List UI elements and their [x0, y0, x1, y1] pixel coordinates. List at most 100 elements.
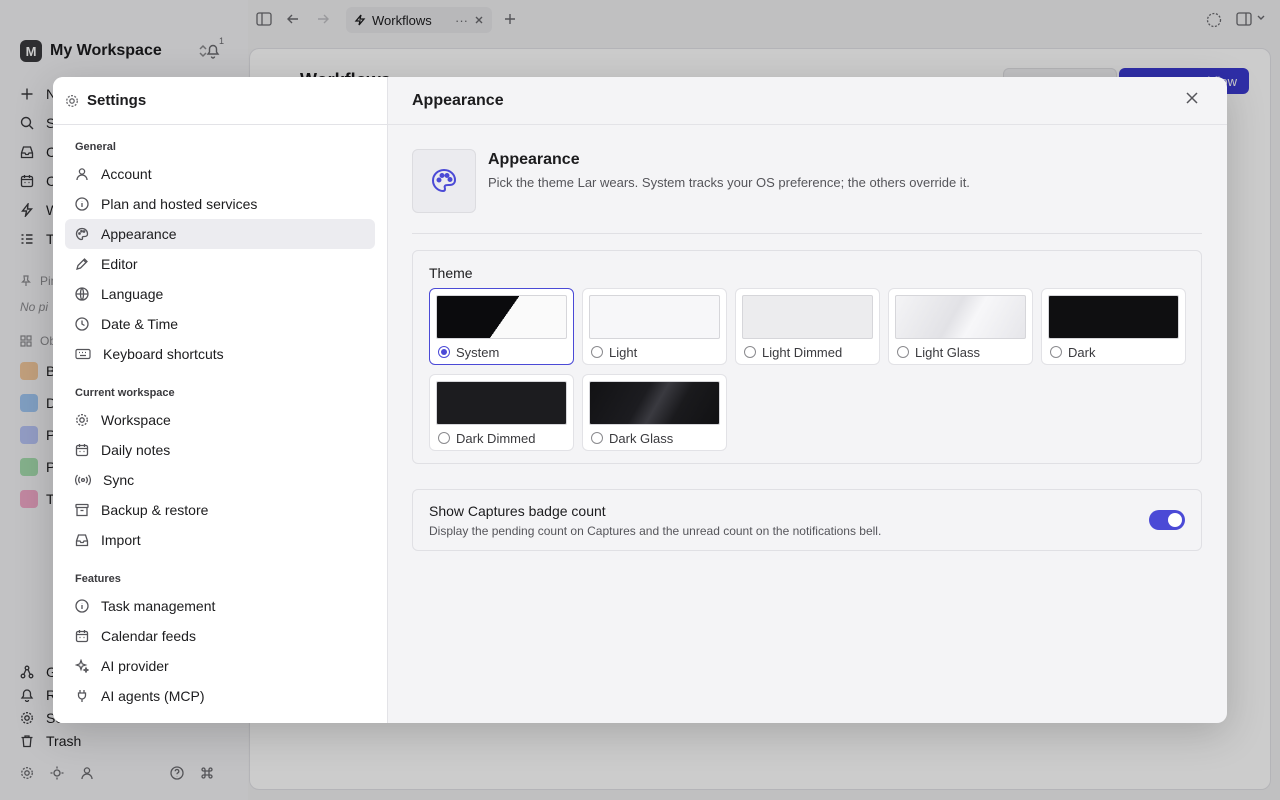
settings-nav-label: Daily notes	[101, 442, 171, 458]
settings-sidebar: Settings General Account Plan and hosted s…	[53, 77, 388, 723]
settings-title: Settings	[87, 92, 147, 109]
settings-nav-label: AI provider	[101, 658, 169, 674]
theme-radio[interactable]	[591, 346, 603, 358]
settings-group-title: Current workspace	[75, 387, 175, 399]
info-icon	[75, 197, 89, 211]
settings-nav-label: Editor	[101, 256, 138, 272]
captures-badge-toggle[interactable]	[1149, 510, 1185, 530]
theme-option-dark[interactable]: Dark	[1041, 288, 1186, 365]
settings-nav-import[interactable]: Import	[65, 525, 375, 555]
settings-nav-label: Account	[101, 166, 152, 182]
settings-nav-appearance[interactable]: Appearance	[65, 219, 375, 249]
theme-option-light[interactable]: Light	[582, 288, 727, 365]
content-title: Appearance	[412, 91, 504, 109]
theme-option-dark-dimmed[interactable]: Dark Dimmed	[429, 374, 574, 451]
appearance-intro: Appearance Pick the theme Lar wears. Sys…	[412, 149, 1202, 234]
theme-preview	[589, 295, 720, 339]
theme-picker: Theme System Light Light Dimmed Light Glass…	[412, 250, 1202, 464]
theme-preview	[589, 381, 720, 425]
settings-nav-label: Plan and hosted services	[101, 196, 258, 212]
content-header: Appearance	[388, 77, 1227, 125]
settings-nav-account[interactable]: Account	[65, 159, 375, 189]
settings-nav-plan-and-hosted-services[interactable]: Plan and hosted services	[65, 189, 375, 219]
theme-name: Dark Dimmed	[456, 431, 536, 446]
settings-group-title: Features	[75, 573, 121, 585]
settings-nav-label: AI agents (MCP)	[101, 688, 205, 704]
theme-preview	[436, 295, 567, 339]
settings-nav-label: Sync	[103, 472, 135, 488]
settings-nav-label: Language	[101, 286, 164, 302]
close-icon	[1186, 92, 1198, 104]
palette-icon	[412, 149, 476, 213]
gear-icon	[65, 94, 79, 108]
settings-content: Appearance Appearance Pick the theme Lar…	[388, 77, 1227, 723]
settings-nav-label: Keyboard shortcuts	[103, 346, 224, 362]
badge-setting-title: Show Captures badge count	[429, 503, 606, 519]
theme-name: Dark Glass	[609, 431, 674, 446]
captures-badge-setting: Show Captures badge count Display the pe…	[412, 489, 1202, 551]
settings-nav-label: Calendar feeds	[101, 628, 196, 644]
close-button[interactable]	[1185, 91, 1199, 105]
theme-option-system[interactable]: System	[429, 288, 574, 365]
theme-radio[interactable]	[744, 346, 756, 358]
gear-icon	[75, 413, 89, 427]
theme-radio[interactable]	[1050, 346, 1062, 358]
settings-nav-daily-notes[interactable]: Daily notes	[65, 435, 375, 465]
theme-name: Dark	[1068, 345, 1096, 360]
clock-icon	[75, 317, 89, 331]
settings-nav-label: Date & Time	[101, 316, 179, 332]
theme-preview	[895, 295, 1026, 339]
settings-nav-date-time[interactable]: Date & Time	[65, 309, 375, 339]
settings-nav-label: Workspace	[101, 412, 171, 428]
settings-header: Settings	[53, 77, 387, 125]
settings-nav-keyboard-shortcuts[interactable]: Keyboard shortcuts	[65, 339, 375, 369]
keyboard-icon	[75, 348, 91, 360]
plug-icon	[75, 689, 89, 703]
settings-nav-label: Task management	[101, 598, 216, 614]
theme-preview	[1048, 295, 1179, 339]
globe-icon	[75, 287, 89, 301]
info-icon	[75, 599, 89, 613]
settings-nav-label: Backup & restore	[101, 502, 209, 518]
theme-radio[interactable]	[897, 346, 909, 358]
settings-nav-label: Appearance	[101, 226, 177, 242]
theme-name: Light Dimmed	[762, 345, 843, 360]
theme-radio[interactable]	[591, 432, 603, 444]
sparkle-icon	[75, 659, 89, 673]
calendar-icon	[75, 443, 89, 457]
settings-nav-label: Import	[101, 532, 141, 548]
theme-name: System	[456, 345, 500, 360]
settings-nav: General Account Plan and hosted services Ap…	[53, 125, 387, 711]
settings-nav-ai-provider[interactable]: AI provider	[65, 651, 375, 681]
settings-nav-ai-agents-mcp[interactable]: AI agents (MCP)	[65, 681, 375, 711]
badge-setting-description: Display the pending count on Captures an…	[429, 524, 882, 538]
settings-nav-calendar-feeds[interactable]: Calendar feeds	[65, 621, 375, 651]
user-icon	[75, 167, 89, 181]
settings-nav-backup-restore[interactable]: Backup & restore	[65, 495, 375, 525]
theme-radio[interactable]	[438, 432, 450, 444]
theme-option-dark-glass[interactable]: Dark Glass	[582, 374, 727, 451]
settings-nav-workspace[interactable]: Workspace	[65, 405, 375, 435]
pencil-icon	[75, 257, 89, 271]
theme-preview	[436, 381, 567, 425]
settings-nav-language[interactable]: Language	[65, 279, 375, 309]
theme-name: Light	[609, 345, 638, 360]
palette-icon	[75, 227, 89, 241]
settings-group-title: General	[75, 141, 116, 153]
theme-option-light-dimmed[interactable]: Light Dimmed	[735, 288, 880, 365]
appearance-description: Pick the theme Lar wears. System tracks …	[488, 175, 970, 190]
inbox-icon	[75, 533, 89, 547]
theme-preview	[742, 295, 873, 339]
archive-icon	[75, 503, 89, 517]
theme-radio[interactable]	[438, 346, 450, 358]
calendar-icon	[75, 629, 89, 643]
theme-label: Theme	[429, 265, 473, 281]
settings-nav-task-management[interactable]: Task management	[65, 591, 375, 621]
theme-option-light-glass[interactable]: Light Glass	[888, 288, 1033, 365]
settings-nav-editor[interactable]: Editor	[65, 249, 375, 279]
settings-nav-sync[interactable]: Sync	[65, 465, 375, 495]
theme-name: Light Glass	[915, 345, 981, 360]
settings-dialog: Settings General Account Plan and hosted s…	[53, 77, 1227, 723]
broadcast-icon	[75, 473, 91, 487]
appearance-title: Appearance	[488, 151, 580, 168]
